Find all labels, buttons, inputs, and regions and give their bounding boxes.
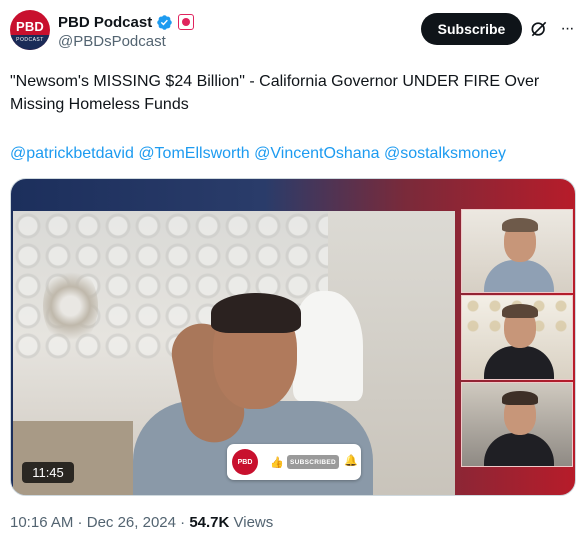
guest-hair xyxy=(502,391,538,405)
mention-link[interactable]: @TomEllsworth xyxy=(138,145,249,162)
tweet-meta: 10:16 AM · Dec 26, 2024 · 54.7K Views xyxy=(10,514,273,531)
tweet-mentions: @patrickbetdavid @TomEllsworth @VincentO… xyxy=(10,142,575,165)
avatar-logo-subtext: PODCAST xyxy=(16,37,44,43)
bell-icon: 🔔 xyxy=(344,455,358,467)
tweet-time[interactable]: 10:16 AM xyxy=(10,514,73,531)
author-display-name[interactable]: PBD Podcast xyxy=(58,14,152,31)
horse-statue xyxy=(293,291,363,401)
mention-link[interactable]: @sostalksmoney xyxy=(384,145,506,162)
author-names: PBD Podcast @PBDsPodcast xyxy=(58,12,195,50)
guest-video-tile xyxy=(461,295,573,380)
views-count[interactable]: 54.7K xyxy=(189,514,229,531)
avatar-logo-text: PBD xyxy=(15,19,45,34)
guest-body xyxy=(484,346,554,379)
subscribe-button[interactable]: Subscribe xyxy=(421,13,522,45)
meta-separator: · xyxy=(175,514,190,531)
subscribed-pill: SUBSCRIBED xyxy=(287,455,339,469)
guest-video-tile xyxy=(461,209,573,293)
author-name-row: PBD Podcast xyxy=(58,12,195,32)
mention-link[interactable]: @VincentOshana xyxy=(254,145,379,162)
video-duration-badge: 11:45 xyxy=(22,462,74,483)
affiliation-badge-dot xyxy=(182,18,191,26)
subscribe-overlay: PBD 👍 SUBSCRIBED 🔔 xyxy=(227,444,361,480)
mention-link[interactable]: @patrickbetdavid xyxy=(10,145,134,162)
more-options-icon[interactable]: ··· xyxy=(557,19,577,39)
verified-badge-icon[interactable] xyxy=(156,14,173,31)
thumbs-up-icon: 👍 xyxy=(270,457,284,469)
author-handle[interactable]: @PBDsPodcast xyxy=(58,33,194,50)
meta-separator: · xyxy=(73,514,87,531)
guest-hair xyxy=(502,304,538,318)
affiliation-badge-icon[interactable] xyxy=(178,14,195,30)
background-plant xyxy=(43,266,98,346)
video-player[interactable]: PBD 👍 SUBSCRIBED 🔔 11:45 xyxy=(10,178,576,496)
views-label: Views xyxy=(229,514,274,531)
guest-body xyxy=(484,433,554,466)
guest-hair xyxy=(502,218,538,232)
tweet-text: "Newsom's MISSING $24 Billion" - Califor… xyxy=(10,73,540,113)
tweet-header: PBD PODCAST PBD Podcast @PBDsPodcast Sub… xyxy=(10,10,574,54)
guest-video-tile xyxy=(461,382,573,467)
author-avatar[interactable]: PBD PODCAST xyxy=(10,10,50,50)
overlay-logo: PBD xyxy=(232,449,258,475)
background-shelf xyxy=(13,421,133,495)
tweet-date[interactable]: Dec 26, 2024 xyxy=(87,514,176,531)
host-hair xyxy=(211,293,301,333)
grok-icon[interactable] xyxy=(529,19,549,39)
guest-body xyxy=(484,260,554,292)
